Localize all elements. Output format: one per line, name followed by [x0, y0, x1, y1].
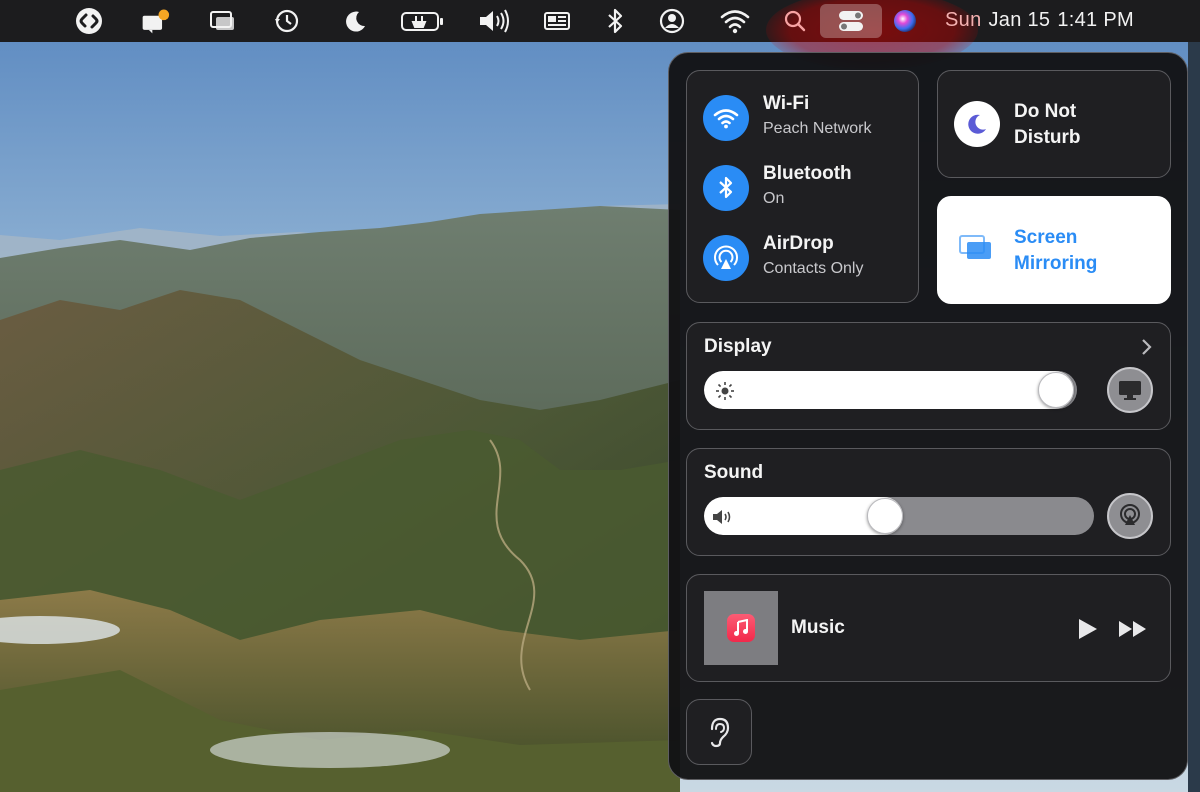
notifications-icon[interactable]: [140, 6, 170, 36]
brightness-slider-fill: [704, 371, 1074, 409]
volume-slider-knob[interactable]: [866, 498, 903, 534]
sound-title: Sound: [704, 462, 764, 483]
wifi-icon[interactable]: [718, 6, 752, 36]
screen-mirroring-tile[interactable]: Screen Mirroring: [937, 196, 1171, 304]
moon-icon: [968, 114, 986, 134]
monitor-icon: [1119, 381, 1141, 400]
hearing-button[interactable]: [686, 699, 752, 765]
keyboard-input-icon[interactable]: [542, 6, 572, 36]
battery-icon[interactable]: [400, 6, 446, 36]
brightness-sun-icon: [716, 382, 734, 400]
now-playing-title: Music: [791, 617, 845, 638]
album-artwork[interactable]: [704, 591, 778, 665]
airdrop-label: AirDrop: [763, 233, 834, 254]
chevron-right-icon[interactable]: [1140, 337, 1154, 357]
spotlight-search-icon[interactable]: [780, 6, 810, 36]
sound-tile: Sound: [686, 448, 1171, 556]
screen-mirroring-label: Screen Mirroring: [1014, 225, 1154, 277]
moon-icon[interactable]: [340, 6, 370, 36]
display-tile: Display: [686, 322, 1171, 430]
do-not-disturb-label: Do Not Disturb: [1014, 99, 1154, 151]
bluetooth-icon[interactable]: [600, 6, 630, 36]
wifi-control[interactable]: Wi-Fi Peach Network: [703, 91, 913, 147]
airplay-audio-button[interactable]: [1107, 493, 1153, 539]
airdrop-icon: [714, 245, 738, 269]
clock-day: Sun: [945, 9, 982, 31]
volume-icon[interactable]: [476, 6, 512, 36]
bluetooth-toggle[interactable]: [703, 165, 749, 211]
play-icon[interactable]: [1075, 617, 1099, 641]
menu-bar: Sun Jan 15 1:41 PM: [0, 0, 1200, 70]
airdrop-toggle[interactable]: [703, 235, 749, 281]
screen-mirroring-label-line1: Screen: [1014, 227, 1078, 248]
airdrop-status: Contacts Only: [763, 260, 864, 277]
brightness-slider-track[interactable]: [704, 371, 1077, 409]
ear-icon: [710, 717, 730, 748]
display-settings-button[interactable]: [1107, 367, 1153, 413]
bluetooth-icon: [719, 176, 733, 199]
do-not-disturb-toggle[interactable]: [954, 101, 1000, 147]
airdrop-control[interactable]: AirDrop Contacts Only: [703, 231, 913, 287]
bluetooth-control[interactable]: Bluetooth On: [703, 161, 913, 217]
music-note-icon: [727, 614, 755, 642]
wifi-icon: [713, 109, 739, 129]
do-not-disturb-label-line2: Disturb: [1014, 127, 1081, 148]
clock-date: Jan 15: [988, 9, 1051, 31]
menubar-clock[interactable]: Sun Jan 15 1:41 PM: [945, 9, 1141, 32]
brightness-slider-knob[interactable]: [1037, 372, 1074, 408]
screen-mirroring-icon: [959, 235, 991, 259]
now-playing-tile: Music: [686, 574, 1171, 682]
do-not-disturb-tile[interactable]: Do Not Disturb: [937, 70, 1171, 178]
wifi-toggle[interactable]: [703, 95, 749, 141]
control-center-panel: Wi-Fi Peach Network Bluetooth On AirDrop…: [668, 52, 1188, 780]
wifi-network-name: Peach Network: [763, 120, 872, 137]
bluetooth-label: Bluetooth: [763, 163, 852, 184]
speaker-icon: [713, 510, 731, 524]
do-not-disturb-label-line1: Do Not: [1014, 101, 1077, 122]
fast-forward-icon[interactable]: [1117, 619, 1149, 639]
time-machine-icon[interactable]: [272, 6, 302, 36]
wifi-label: Wi-Fi: [763, 93, 810, 114]
clock-time: 1:41 PM: [1057, 9, 1134, 31]
airplay-audio-icon: [1120, 504, 1140, 525]
user-icon[interactable]: [657, 6, 687, 36]
control-center-icon[interactable]: [836, 6, 866, 36]
network-tile: Wi-Fi Peach Network Bluetooth On AirDrop…: [686, 70, 919, 303]
display-windows-icon[interactable]: [207, 6, 237, 36]
shazam-icon[interactable]: [74, 6, 104, 36]
bluetooth-status: On: [763, 190, 785, 207]
siri-icon[interactable]: [890, 6, 920, 36]
display-title: Display: [704, 336, 772, 357]
screen-mirroring-label-line2: Mirroring: [1014, 253, 1098, 274]
